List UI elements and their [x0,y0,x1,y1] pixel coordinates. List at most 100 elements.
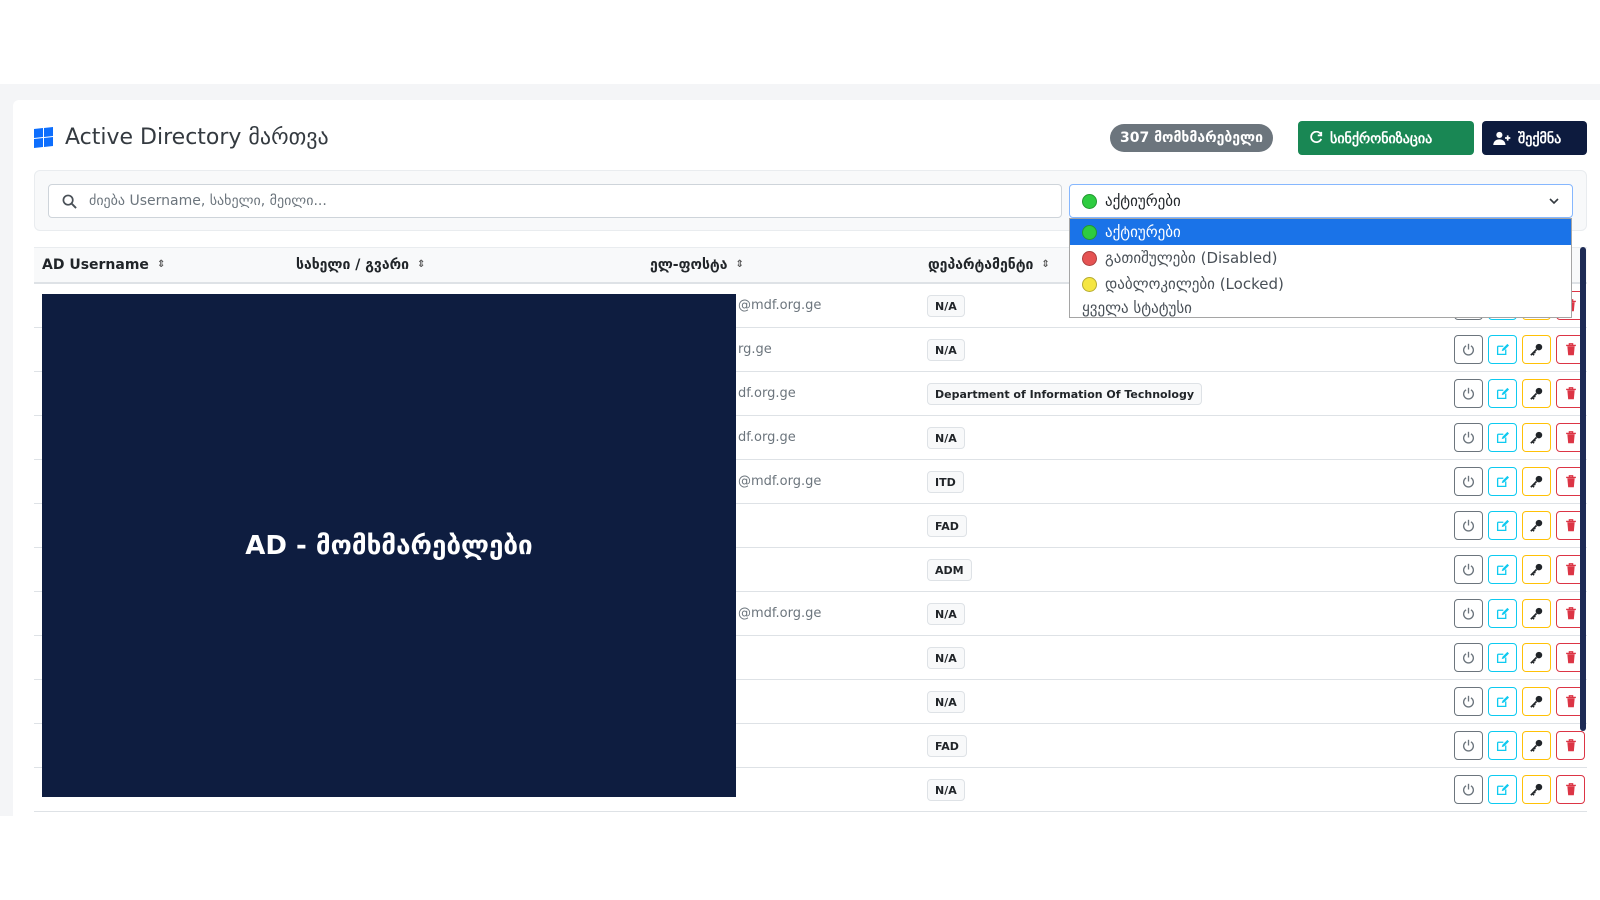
reset-password-button[interactable] [1522,555,1551,584]
trash-icon [1565,739,1576,752]
sort-icon: ⇕ [1041,259,1050,270]
power-icon [1462,739,1475,752]
toggle-status-button[interactable] [1454,687,1483,716]
sort-icon: ⇕ [735,259,744,270]
search-icon [49,194,89,209]
toggle-status-button[interactable] [1454,555,1483,584]
row-email: rg.ge [738,342,772,357]
power-icon [1462,519,1475,532]
reset-password-button[interactable] [1522,687,1551,716]
edit-user-button[interactable] [1488,731,1517,760]
table-scrollbar[interactable] [1580,247,1586,731]
trash-icon [1565,607,1576,620]
green-dot-icon [1082,224,1097,240]
power-icon [1462,563,1475,576]
overlay-title: AD - მომხმარებლები [245,530,533,561]
reset-password-button[interactable] [1522,467,1551,496]
column-header-name[interactable]: სახელი / გვარი ⇕ [296,257,425,273]
page-footer-area [0,816,1600,900]
reset-password-button[interactable] [1522,643,1551,672]
edit-user-button[interactable] [1488,599,1517,628]
toggle-status-button[interactable] [1454,379,1483,408]
search-input[interactable] [89,185,1061,217]
row-actions [1454,687,1585,716]
power-icon [1462,783,1475,796]
reset-password-button[interactable] [1522,423,1551,452]
toggle-status-button[interactable] [1454,599,1483,628]
search-field[interactable] [48,184,1062,218]
power-icon [1462,387,1475,400]
edit-user-button[interactable] [1488,775,1517,804]
create-user-button[interactable]: შექმნა [1482,121,1587,155]
windows-icon [34,126,53,148]
reset-password-button[interactable] [1522,379,1551,408]
edit-icon [1496,519,1509,532]
edit-icon [1496,563,1509,576]
column-header-username[interactable]: AD Username ⇕ [42,257,165,273]
toggle-status-button[interactable] [1454,731,1483,760]
edit-icon [1496,783,1509,796]
power-icon [1462,343,1475,356]
edit-icon [1496,695,1509,708]
trash-icon [1565,475,1576,488]
yellow-dot-icon [1082,276,1097,292]
row-email: df.org.ge [738,430,796,445]
edit-icon [1496,739,1509,752]
status-option-locked[interactable]: დაბლოკილები (Locked) [1070,271,1571,297]
trash-icon [1565,343,1576,356]
status-option-disabled[interactable]: გათიშულები (Disabled) [1070,245,1571,271]
key-icon [1530,695,1543,708]
row-department-badge: N/A [927,647,965,669]
edit-user-button[interactable] [1488,467,1517,496]
create-button-label: შექმნა [1518,129,1562,146]
toggle-status-button[interactable] [1454,775,1483,804]
edit-user-button[interactable] [1488,379,1517,408]
sync-button[interactable]: სინქრონიზაცია [1298,121,1474,155]
row-department-badge: ADM [927,559,972,581]
key-icon [1530,739,1543,752]
row-actions [1454,555,1585,584]
column-header-department[interactable]: დეპარტამენტი ⇕ [928,257,1050,273]
reset-password-button[interactable] [1522,599,1551,628]
trash-icon [1565,783,1576,796]
delete-user-button[interactable] [1556,775,1585,804]
trash-icon [1565,695,1576,708]
toggle-status-button[interactable] [1454,511,1483,540]
edit-icon [1496,431,1509,444]
edit-user-button[interactable] [1488,643,1517,672]
status-select[interactable]: აქტიურები [1069,184,1573,218]
overlay-banner: AD - მომხმარებლები [42,294,736,797]
page-title: Active Directory მართვა [65,124,329,150]
edit-user-button[interactable] [1488,687,1517,716]
edit-icon [1496,387,1509,400]
row-department-badge: N/A [927,427,965,449]
trash-icon [1565,519,1576,532]
edit-user-button[interactable] [1488,423,1517,452]
key-icon [1530,563,1543,576]
edit-user-button[interactable] [1488,555,1517,584]
status-option-active[interactable]: აქტიურები [1070,219,1571,245]
reset-password-button[interactable] [1522,775,1551,804]
trash-icon [1565,431,1576,444]
delete-user-button[interactable] [1556,731,1585,760]
row-actions [1454,643,1585,672]
reset-password-button[interactable] [1522,731,1551,760]
power-icon [1462,475,1475,488]
edit-icon [1496,651,1509,664]
toggle-status-button[interactable] [1454,467,1483,496]
row-department-badge: N/A [927,295,965,317]
toggle-status-button[interactable] [1454,423,1483,452]
reset-password-button[interactable] [1522,335,1551,364]
row-actions [1454,731,1585,760]
column-header-email[interactable]: ელ-ფოსტა ⇕ [650,257,744,273]
toggle-status-button[interactable] [1454,335,1483,364]
edit-user-button[interactable] [1488,511,1517,540]
status-option-all[interactable]: ყველა სტატუსი [1070,297,1571,317]
edit-user-button[interactable] [1488,335,1517,364]
row-actions [1454,775,1585,804]
user-plus-icon [1493,131,1511,145]
toggle-status-button[interactable] [1454,643,1483,672]
sort-icon: ⇕ [156,259,166,270]
chevron-down-icon [1549,198,1559,205]
reset-password-button[interactable] [1522,511,1551,540]
